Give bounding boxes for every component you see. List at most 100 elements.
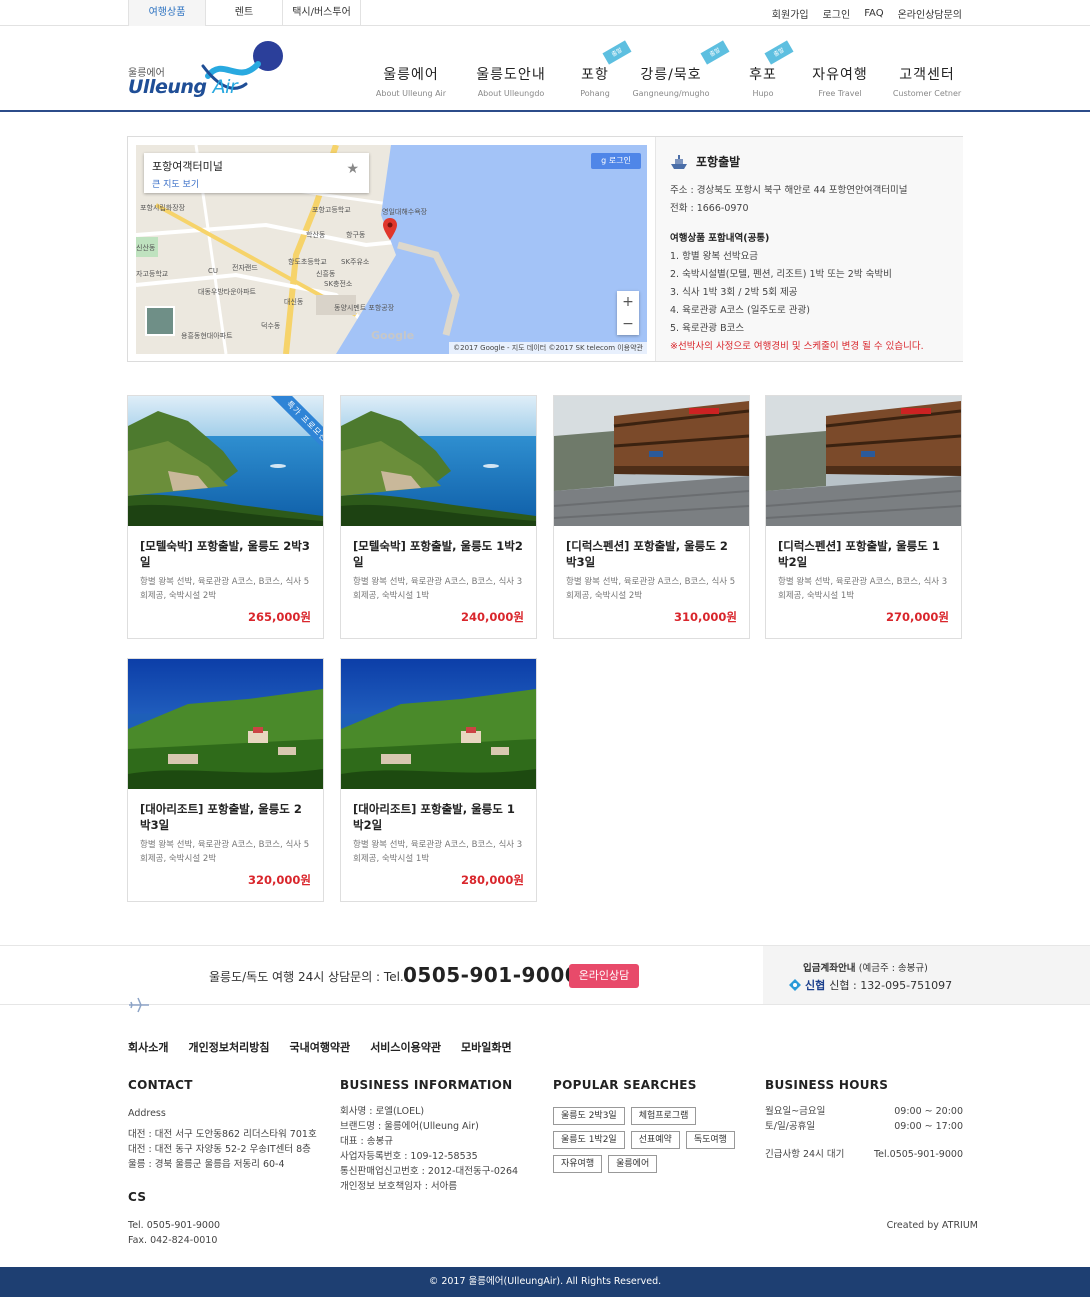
search-tag[interactable]: 독도여행 [685,1131,735,1149]
address-line: 대전 : 대전 동구 자양동 52-2 우송IT센터 8층 [128,1144,311,1155]
ship-icon [671,154,687,169]
online-inquiry-link[interactable]: 온라인상담문의 [898,6,962,21]
domestic-travel-terms-link[interactable]: 국내여행약관 [289,1039,350,1055]
product-title[interactable]: [대아리조트] 포항출발, 울릉도 2박3일 [140,801,312,833]
product-image[interactable] [554,396,749,526]
consultation-strip: 울릉도/독도 여행 24시 상담문의 : Tel. 0505-901-9000 … [0,945,1090,1005]
top-tabs: 여행상품 렌트 택시/버스투어 [128,0,361,27]
map-label: 항도초등학교 [288,258,327,266]
map-login-button[interactable]: g 로그인 [591,153,641,169]
copyright-bar: © 2017 울릉에어(UlleungAir). All Rights Rese… [0,1267,1090,1297]
online-consult-button[interactable]: 온라인상담 [569,964,639,988]
product-image[interactable] [766,396,961,526]
business-line: 사업자등록번호 : 109-12-58535 [340,1151,478,1162]
resort-photo [341,659,536,789]
nav-customer-center[interactable]: 고객센터 Customer Cetner [888,64,966,98]
top-links: 회원가입 로그인 FAQ 온라인상담문의 [772,0,962,26]
product-card[interactable]: [디럭스펜션] 포항출발, 울릉도 2박3일항별 왕복 선박, 육로관광 A코스… [553,395,750,639]
map-label: 영일대해수욕장 [382,208,428,216]
product-card[interactable]: [모텔숙박] 포항출발, 울릉도 1박2일항별 왕복 선박, 육로관광 A코스,… [340,395,537,639]
business-line: 브랜드명 : 울릉에어(Ulleung Air) [340,1121,479,1132]
contact-column: CONTACT Address 대전 : 대전 서구 도안동862 리더스타워 … [128,1078,328,1248]
map-label: 포항시립화장장 [140,204,186,212]
company-intro-link[interactable]: 회사소개 [128,1039,168,1055]
mobile-view-link[interactable]: 모바일화면 [461,1039,512,1055]
map-label: SK충전소 [324,280,353,288]
nav-ulleung-air[interactable]: 울릉에어 About Ulleung Air [366,64,456,98]
pension-photo [554,396,749,526]
nav-about-ulleungdo[interactable]: 울릉도안내 About Ulleungdo [466,64,556,98]
main-nav: 울릉에어 About Ulleung Air 울릉도안내 About Ulleung… [0,26,1090,112]
map-label: 자고등학교 [136,270,169,278]
product-description: 항별 왕복 선박, 육로관광 A코스, B코스, 식사 3회제공, 숙박시설 1… [353,577,523,601]
pension-photo [766,396,961,526]
includes-item: 4. 육로관광 A코스 (일주도로 관광) [670,305,810,316]
map-larger-link[interactable]: 큰 지도 보기 [152,177,361,190]
includes-item: 2. 숙박시설별(모텔, 펜션, 리조트) 1박 또는 2박 숙박비 [670,269,892,280]
map-pin-icon[interactable] [383,218,397,240]
product-title[interactable]: [모텔숙박] 포항출발, 울릉도 2박3일 [140,538,312,570]
includes-item: 3. 식사 1박 3회 / 2박 5회 제공 [670,287,798,298]
satellite-thumbnail[interactable] [145,306,175,336]
search-tag[interactable]: 울릉에어 [608,1155,658,1173]
product-description: 항별 왕복 선박, 육로관광 A코스, B코스, 식사 5회제공, 숙박시설 2… [566,577,736,601]
map-label: 전자랜드 [232,264,258,272]
coast-photo [341,396,536,526]
zoom-in-button[interactable]: + [617,291,639,313]
business-info-column: BUSINESS INFORMATION 회사명 : 로엘(LOEL) 브랜드명… [340,1078,540,1194]
product-card[interactable]: [대아리조트] 포항출발, 울릉도 2박3일 항별 왕복 선박, 육로관광 A코스… [127,658,324,902]
nav-gangneung-mukho[interactable]: 출발 강릉/묵호 Gangneung/mugho [628,40,730,98]
faq-link[interactable]: FAQ [864,8,883,19]
login-link[interactable]: 로그인 [823,6,851,21]
product-card[interactable]: [디럭스펜션] 포항출발, 울릉도 1박2일항별 왕복 선박, 육로관광 A코스… [765,395,962,639]
search-tag[interactable]: 울릉도 2박3일 [553,1107,625,1125]
search-tag[interactable]: 체험프로그램 [630,1107,697,1125]
resort-photo [128,659,323,789]
search-tag[interactable]: 울릉도 1박2일 [553,1131,625,1149]
tab-rent[interactable]: 렌트 [206,0,283,26]
star-icon[interactable]: ★ [346,161,359,177]
tab-taxi-bus-tour[interactable]: 택시/버스투어 [283,0,361,26]
consultation-phone[interactable]: 0505-901-9000 [403,963,579,987]
product-price: 265,000원 [248,610,311,624]
product-image[interactable] [128,659,323,789]
business-line: 대표 : 송봉규 [340,1136,393,1147]
includes-title: 여행상품 포함내역(공통) [670,233,770,244]
map-embed[interactable]: 포항시립화장장 포항고등학교 학산동 항구동 전자랜드 항도초등학교 SK주유소… [136,145,647,354]
departure-title: 포항출발 [670,153,949,170]
product-image[interactable] [341,659,536,789]
departure-address: 주소 : 경상북도 포항시 북구 해안로 44 포항연안여객터미널 [670,185,908,196]
search-tag[interactable]: 선표예약 [630,1131,680,1149]
product-image[interactable] [341,396,536,526]
address-label: Address [128,1108,166,1119]
nav-free-travel[interactable]: 자유여행 Free Travel [802,64,878,98]
map-zoom-controls: + − [617,291,639,335]
departure-badge: 출발 [764,40,794,65]
tab-travel-products[interactable]: 여행상품 [128,0,206,27]
product-title[interactable]: [모텔숙박] 포항출발, 울릉도 1박2일 [353,538,525,570]
signup-link[interactable]: 회원가입 [772,6,809,21]
product-title[interactable]: [대아리조트] 포항출발, 울릉도 1박2일 [353,801,525,833]
popular-tags: 울릉도 2박3일 체험프로그램 울릉도 1박2일 선표예약 독도여행 자유여행 … [553,1107,753,1173]
product-title[interactable]: [디럭스펜션] 포항출발, 울릉도 1박2일 [778,538,950,570]
privacy-policy-link[interactable]: 개인정보처리방침 [188,1039,269,1055]
terms-of-service-link[interactable]: 서비스이용약관 [370,1039,441,1055]
product-card[interactable]: 특가 프로모션 [모텔숙박] 포항출발, 울릉도 2박3일 항별 왕복 선박, 육로… [127,395,324,639]
product-card[interactable]: [대아리조트] 포항출발, 울릉도 1박2일 항별 왕복 선박, 육로관광 A코스… [340,658,537,902]
product-image[interactable]: 특가 프로모션 [128,396,323,526]
cs-fax: Fax. 042-824-0010 [128,1235,218,1246]
map-label: 대동우방타운아파트 [198,288,256,296]
map-copyright[interactable]: ©2017 Google - 지도 데이터 ©2017 SK telecom 이… [449,342,647,354]
departure-badge: 출발 [700,40,730,65]
airplane-icon [129,997,149,1013]
cs-phone: Tel. 0505-901-9000 [128,1220,221,1231]
departure-details: 포항출발 주소 : 경상북도 포항시 북구 해안로 44 포항연안여객터미널 전… [655,137,963,361]
product-title[interactable]: [디럭스펜션] 포항출발, 울릉도 2박3일 [566,538,738,570]
nav-pohang[interactable]: 출발 포항 Pohang [570,40,632,98]
product-description: 항별 왕복 선박, 육로관광 A코스, B코스, 식사 3회제공, 숙박시설 1… [778,577,948,601]
nav-hupo[interactable]: 출발 후포 Hupo [740,40,794,98]
search-tag[interactable]: 자유여행 [553,1155,603,1173]
map-label: 동양시멘트 포항공장 [334,304,395,312]
zoom-out-button[interactable]: − [617,313,639,335]
schedule-warning: ※선박사의 사정으로 여행경비 및 스케줄이 변경 될 수 있습니다. [670,341,924,352]
